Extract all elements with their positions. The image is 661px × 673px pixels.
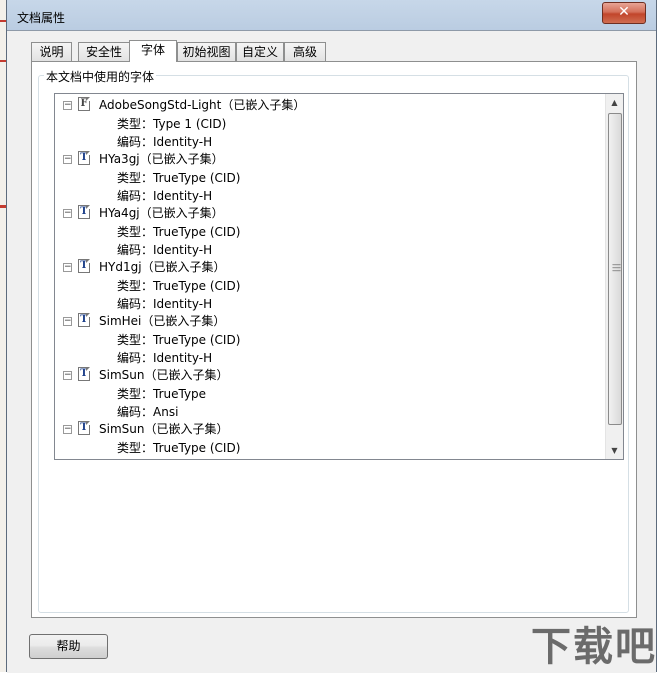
collapse-icon[interactable]: −	[63, 155, 72, 164]
truetype-font-icon: T	[78, 151, 90, 165]
font-name: SimSun（已嵌入子集）	[99, 368, 229, 382]
fonts-group-label: 本文档中使用的字体	[44, 68, 157, 85]
font-encoding: 编码：Ansi	[117, 405, 179, 419]
font-encoding: 编码：Identity-H	[117, 243, 213, 257]
font-type: 类型：TrueType (CID)	[117, 225, 241, 239]
close-icon: ✕	[618, 4, 630, 20]
truetype-font-icon: T	[78, 205, 90, 219]
font-type: 类型：TrueType (CID)	[117, 279, 241, 293]
font-tree[interactable]: − F AdobeSongStd-Light（已嵌入子集） 类型：Type 1 …	[54, 93, 624, 460]
scroll-up-icon[interactable]: ▲	[606, 94, 623, 111]
scroll-down-icon[interactable]: ▼	[606, 442, 623, 459]
font-name: HYa4gj（已嵌入子集）	[99, 206, 224, 220]
font-name: AdobeSongStd-Light（已嵌入子集）	[99, 98, 306, 112]
tab-fonts[interactable]: 字体	[129, 40, 177, 62]
truetype-font-icon: T	[78, 421, 90, 435]
vertical-scrollbar[interactable]: ▲ — — — ▼	[605, 94, 623, 459]
font-name: HYd1gj（已嵌入子集）	[99, 260, 226, 274]
document-properties-dialog: 文档属性 ✕ 说明 安全性 字体 初始视图 自定义 高级 本文档中使用的字体 −…	[6, 0, 657, 673]
watermark-logo: 下载吧	[531, 624, 657, 670]
truetype-font-icon: T	[78, 313, 90, 327]
type1-font-icon: F	[78, 97, 90, 111]
tab-security[interactable]: 安全性	[78, 42, 130, 61]
collapse-icon[interactable]: −	[63, 317, 72, 326]
truetype-font-icon: T	[78, 259, 90, 273]
tab-description[interactable]: 说明	[31, 42, 72, 61]
tab-advanced[interactable]: 高级	[284, 42, 326, 61]
tab-initial-view[interactable]: 初始视图	[177, 42, 236, 61]
font-name: SimSun（已嵌入子集）	[99, 422, 229, 436]
fonts-tab-panel: 本文档中使用的字体 − F AdobeSongStd-Light（已嵌入子集） …	[31, 61, 637, 618]
collapse-icon[interactable]: −	[63, 101, 72, 110]
close-button[interactable]: ✕	[602, 2, 646, 24]
font-type: 类型：TrueType	[117, 387, 207, 401]
collapse-icon[interactable]: −	[63, 263, 72, 272]
truetype-font-icon: T	[78, 367, 90, 381]
window-title: 文档属性	[17, 11, 66, 25]
font-encoding: 编码：Identity-H	[117, 297, 213, 311]
scrollbar-thumb[interactable]: — — —	[608, 113, 622, 425]
tab-custom[interactable]: 自定义	[236, 42, 284, 61]
font-encoding: 编码：Identity-H	[117, 135, 213, 149]
font-name: HYa3gj（已嵌入子集）	[99, 152, 224, 166]
font-type: 类型：TrueType (CID)	[117, 333, 241, 347]
grip-icon: — — —	[612, 260, 621, 276]
font-encoding: 编码：Identity-H	[117, 189, 213, 203]
font-type: 类型：TrueType (CID)	[117, 441, 241, 455]
font-name: SimHei（已嵌入子集）	[99, 314, 226, 328]
collapse-icon[interactable]: −	[63, 371, 72, 380]
help-button[interactable]: 帮助	[29, 634, 108, 659]
font-encoding: 编码：Identity-H	[117, 351, 213, 365]
font-type: 类型：Type 1 (CID)	[117, 117, 227, 131]
collapse-icon[interactable]: −	[63, 425, 72, 434]
font-type: 类型：TrueType (CID)	[117, 171, 241, 185]
dialog-client-area: 说明 安全性 字体 初始视图 自定义 高级 本文档中使用的字体 − F Adob…	[7, 30, 656, 673]
collapse-icon[interactable]: −	[63, 209, 72, 218]
